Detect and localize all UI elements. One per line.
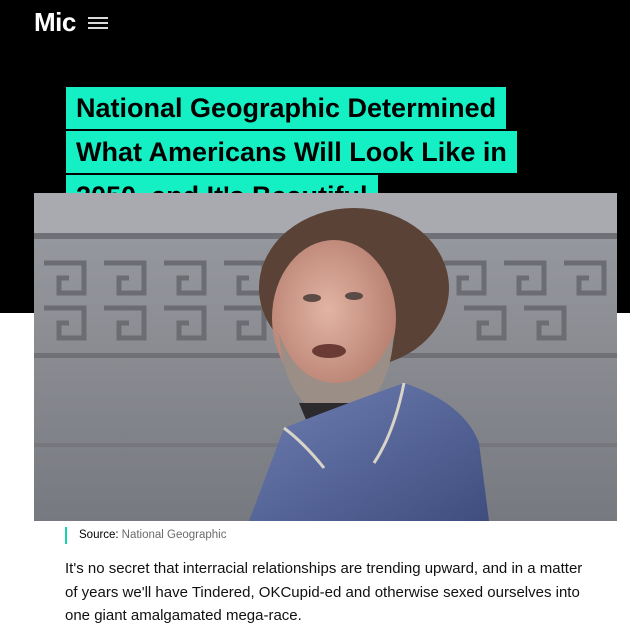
hamburger-menu-icon[interactable] bbox=[87, 15, 108, 29]
headline-line: What Americans Will Look Like in bbox=[66, 131, 517, 173]
caption-source[interactable]: National Geographic bbox=[122, 529, 227, 541]
headline-line: National Geographic Determined bbox=[66, 87, 507, 129]
mic-logo[interactable]: Mic bbox=[34, 7, 76, 38]
article-body-paragraph: It's no secret that interracial relation… bbox=[65, 560, 583, 624]
photo-caption: Source: National Geographic bbox=[65, 527, 226, 544]
article-hero-photo bbox=[34, 193, 617, 521]
caption-label: Source: bbox=[79, 529, 119, 541]
site-header: Mic bbox=[34, 6, 108, 38]
